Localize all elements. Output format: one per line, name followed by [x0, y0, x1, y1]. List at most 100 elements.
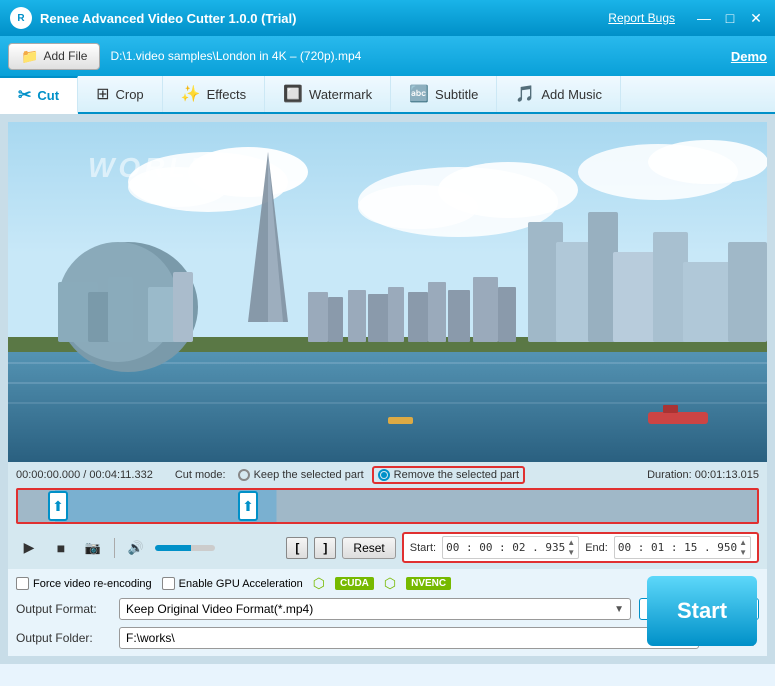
effects-icon: ✨ [181, 84, 201, 104]
bottom-bar: Force video re-encoding Enable GPU Accel… [8, 569, 767, 656]
remove-selected-box: Remove the selected part [372, 466, 525, 484]
keep-label: Keep the selected part [254, 469, 364, 481]
controls-row: ▶ ■ 📷 🔊 [ ] Reset Start: 00 : 00 : 02 . … [16, 528, 759, 567]
start-down-spinner[interactable]: ▼ [567, 548, 575, 558]
start-up-spinner[interactable]: ▲ [567, 538, 575, 548]
output-format-select[interactable]: Keep Original Video Format(*.mp4) ▼ [119, 598, 631, 620]
enable-gpu-label: Enable GPU Acceleration [179, 578, 303, 590]
end-label: End: [585, 542, 608, 554]
keep-radio-circle [238, 469, 250, 481]
force-reencode-checkbox[interactable]: Force video re-encoding [16, 577, 152, 590]
trim-handle-right[interactable]: ⬆ [238, 491, 258, 521]
end-down-spinner[interactable]: ▼ [739, 548, 747, 558]
demo-button[interactable]: Demo [731, 49, 767, 64]
report-bugs-link[interactable]: Report Bugs [608, 11, 675, 25]
cut-icon: ✂ [18, 85, 31, 105]
volume-separator [114, 538, 115, 558]
titlebar: R Renee Advanced Video Cutter 1.0.0 (Tri… [0, 0, 775, 36]
tab-effects-label: Effects [207, 87, 247, 102]
video-frame: WORLD [8, 122, 767, 462]
left-handle-icon: ⬆ [52, 498, 64, 515]
volume-slider[interactable] [155, 545, 215, 551]
tab-addmusic[interactable]: 🎵 Add Music [497, 76, 621, 112]
start-spinners: ▲ ▼ [567, 538, 575, 557]
play-button[interactable]: ▶ [16, 535, 42, 561]
time-info-row: 00:00:00.000 / 00:04:11.332 Cut mode: Ke… [16, 466, 759, 484]
end-time-value: 00 : 01 : 15 . 950 [618, 541, 737, 554]
cut-mode-label: Cut mode: [175, 469, 226, 481]
start-time-input[interactable]: 00 : 00 : 02 . 935 ▲ ▼ [442, 536, 579, 559]
maximize-button[interactable]: □ [721, 9, 739, 27]
force-reencode-label: Force video re-encoding [33, 578, 152, 590]
output-folder-label: Output Folder: [16, 631, 111, 645]
gpu-icon-nvidia2: ⬡ [384, 575, 396, 592]
tab-subtitle-label: Subtitle [435, 87, 478, 102]
tab-cut[interactable]: ✂ Cut [0, 76, 78, 114]
gpu-icon-nvidia: ⬡ [313, 575, 325, 592]
output-format-value: Keep Original Video Format(*.mp4) [126, 602, 313, 616]
stop-button[interactable]: ■ [48, 535, 74, 561]
snapshot-button[interactable]: 📷 [80, 535, 106, 561]
addmusic-icon: 🎵 [515, 84, 535, 104]
end-spinners: ▲ ▼ [739, 538, 747, 557]
tab-subtitle[interactable]: 🔤 Subtitle [391, 76, 497, 112]
timeline-area: 00:00:00.000 / 00:04:11.332 Cut mode: Ke… [8, 462, 767, 569]
keep-selected-radio[interactable]: Keep the selected part [238, 469, 364, 481]
minimize-button[interactable]: — [695, 9, 713, 27]
force-reencode-check [16, 577, 29, 590]
main-content: WORLD 00:00:00.000 / 00:04:11.332 Cut mo… [0, 114, 775, 664]
tab-effects[interactable]: ✨ Effects [163, 76, 265, 112]
remove-selected-radio[interactable]: Remove the selected part [378, 469, 519, 481]
mark-out-button[interactable]: ] [314, 537, 336, 559]
total-time: 00:04:11.332 [89, 469, 152, 481]
reset-button[interactable]: Reset [342, 537, 395, 559]
trim-slider[interactable]: ⬆ ⬆ [16, 488, 759, 524]
start-label: Start: [410, 542, 436, 554]
watermark-icon: 🔲 [283, 84, 303, 104]
tab-addmusic-label: Add Music [541, 87, 602, 102]
right-handle-icon: ⬆ [242, 498, 254, 515]
enable-gpu-check [162, 577, 175, 590]
trim-handle-left[interactable]: ⬆ [48, 491, 68, 521]
add-file-button[interactable]: 📁 Add File [8, 43, 100, 70]
tab-cut-label: Cut [37, 88, 59, 103]
start-time-value: 00 : 00 : 02 . 935 [446, 541, 565, 554]
add-file-icon: 📁 [21, 48, 38, 65]
remove-radio-circle [378, 469, 390, 481]
tab-watermark-label: Watermark [309, 87, 372, 102]
current-time: 00:00:00.000 [16, 469, 80, 481]
output-folder-path[interactable]: F:\works\ [119, 627, 699, 649]
current-time-display: 00:00:00.000 / 00:04:11.332 [16, 469, 153, 481]
duration-display: Duration: 00:01:13.015 [647, 469, 759, 481]
format-dropdown-arrow: ▼ [614, 604, 624, 615]
cut-mode-options: Keep the selected part Remove the select… [238, 466, 525, 484]
crop-icon: ⊞ [96, 84, 109, 104]
tab-crop-label: Crop [115, 87, 143, 102]
start-button[interactable]: Start [647, 576, 757, 646]
subtitle-icon: 🔤 [409, 84, 429, 104]
app-logo: R [10, 7, 32, 29]
app-title: Renee Advanced Video Cutter 1.0.0 (Trial… [40, 11, 608, 26]
close-button[interactable]: ✕ [747, 9, 765, 27]
time-inputs-box: Start: 00 : 00 : 02 . 935 ▲ ▼ End: 00 : … [402, 532, 759, 563]
mark-in-button[interactable]: [ [286, 537, 308, 559]
end-up-spinner[interactable]: ▲ [739, 538, 747, 548]
end-time-input[interactable]: 00 : 01 : 15 . 950 ▲ ▼ [614, 536, 751, 559]
video-player: WORLD [8, 122, 767, 462]
cuda-badge: CUDA [335, 577, 374, 590]
camera-icon: 📷 [85, 540, 101, 556]
toolbar: 📁 Add File D:\1.video samples\London in … [0, 36, 775, 76]
trim-track [18, 490, 757, 522]
tab-watermark[interactable]: 🔲 Watermark [265, 76, 391, 112]
window-controls: — □ ✕ [695, 9, 765, 27]
volume-button[interactable]: 🔊 [123, 535, 149, 561]
output-format-label: Output Format: [16, 602, 111, 616]
tab-crop[interactable]: ⊞ Crop [78, 76, 163, 112]
nav-tabs: ✂ Cut ⊞ Crop ✨ Effects 🔲 Watermark 🔤 Sub… [0, 76, 775, 114]
file-path-display: D:\1.video samples\London in 4K – (720p)… [110, 49, 730, 63]
nvenc-badge: NVENC [406, 577, 451, 590]
enable-gpu-checkbox[interactable]: Enable GPU Acceleration [162, 577, 303, 590]
remove-label: Remove the selected part [394, 469, 519, 481]
duration-value: 00:01:13.015 [695, 469, 759, 481]
svg-text:WORLD: WORLD [88, 152, 214, 183]
